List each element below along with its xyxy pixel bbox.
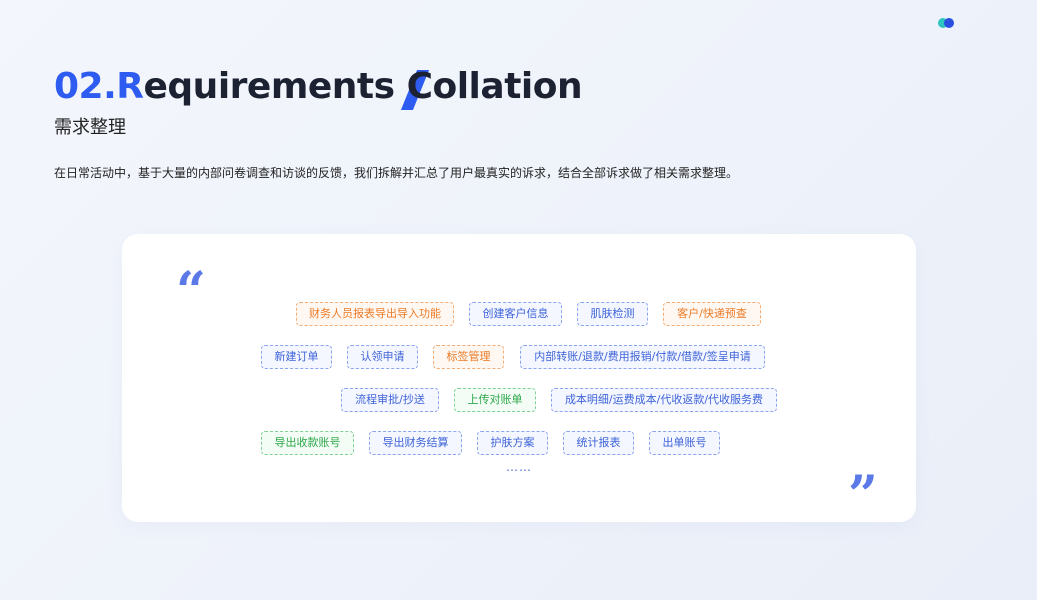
title-middle: equirements xyxy=(143,66,407,107)
requirement-tag: 标签管理 xyxy=(433,345,504,369)
requirement-tag: 导出收款账号 xyxy=(261,431,354,455)
requirement-tag: 成本明细/运费成本/代收返款/代收服务费 xyxy=(551,388,777,412)
requirement-tag: 导出财务结算 xyxy=(369,431,462,455)
page-description: 在日常活动中，基于大量的内部问卷调查和访谈的反馈，我们拆解并汇总了用户最真实的诉… xyxy=(54,166,739,180)
requirement-tag: 肌肤检测 xyxy=(577,302,648,326)
open-quote-icon: “ xyxy=(176,261,206,322)
requirement-tag: 护肤方案 xyxy=(477,431,548,455)
requirement-tag: 上传对账单 xyxy=(454,388,536,412)
close-quote-icon: ” xyxy=(848,465,878,526)
title-slash-letter-wrap: C xyxy=(400,64,433,110)
page-title: 02.Requirements Collation xyxy=(54,64,583,110)
requirement-tag: 内部转账/退款/费用报销/付款/借款/签呈申请 xyxy=(520,345,765,369)
requirement-tag: 认领申请 xyxy=(347,345,418,369)
more-ellipsis: …… xyxy=(506,460,532,474)
page-subtitle: 需求整理 xyxy=(54,117,126,138)
title-rest: ollation xyxy=(432,66,583,107)
requirements-card: “ 财务人员报表导出导入功能 创建客户信息 肌肤检测 客户/快递预查 新建订单 … xyxy=(122,234,916,522)
title-accent: 02.R xyxy=(54,66,144,107)
title-slash-letter: C xyxy=(406,66,433,107)
corner-dots-decoration xyxy=(938,18,958,28)
blue-dot-icon xyxy=(944,18,954,28)
requirement-tag: 财务人员报表导出导入功能 xyxy=(296,302,454,326)
requirement-tag: 统计报表 xyxy=(563,431,634,455)
requirement-tag: 新建订单 xyxy=(261,345,332,369)
requirement-tag: 客户/快递预查 xyxy=(663,302,761,326)
requirement-tag: 流程审批/抄送 xyxy=(341,388,439,412)
requirement-tag: 出单账号 xyxy=(649,431,720,455)
requirement-tag: 创建客户信息 xyxy=(469,302,562,326)
